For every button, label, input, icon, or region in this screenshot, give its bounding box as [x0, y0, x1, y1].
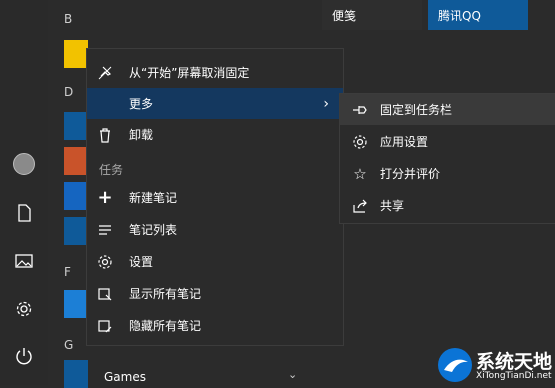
menu-label: 隐藏所有笔记 — [129, 319, 202, 333]
list-icon — [97, 222, 113, 238]
pin-taskbar-menu-item[interactable]: 固定到任务栏 — [340, 94, 555, 125]
unpin-icon — [97, 65, 113, 81]
menu-label: 共享 — [380, 199, 405, 213]
context-menu: 从“开始”屏幕取消固定 更多 › 卸载 任务 + 新建笔记 笔记列表 设置 显示… — [86, 48, 344, 346]
star-icon: ☆ — [353, 164, 367, 183]
settings-icon[interactable] — [10, 295, 38, 323]
app-settings-menu-item[interactable]: 应用设置 — [340, 126, 555, 157]
hide-all-notes-menu-item[interactable]: 隐藏所有笔记 — [87, 310, 343, 341]
pictures-icon[interactable] — [10, 247, 38, 275]
user-avatar[interactable] — [10, 150, 38, 178]
app-tile-icon[interactable] — [64, 217, 88, 245]
people-app-icon[interactable] — [64, 290, 88, 318]
tile-label: 腾讯QQ — [438, 8, 481, 23]
menu-label: 显示所有笔记 — [129, 287, 202, 301]
note-list-menu-item[interactable]: 笔记列表 — [87, 214, 343, 245]
tile-sticky-notes[interactable]: 便笺 — [322, 0, 422, 30]
menu-label: 打分并评价 — [380, 167, 441, 181]
app-tile-icon[interactable] — [64, 40, 88, 68]
plus-icon: + — [97, 187, 113, 208]
power-icon[interactable] — [10, 342, 38, 370]
more-menu-item[interactable]: 更多 › — [87, 88, 343, 119]
pin-icon — [352, 102, 368, 118]
letter-header-d[interactable]: D — [64, 85, 73, 99]
menu-label: 更多 — [129, 97, 154, 111]
menu-label: 笔记列表 — [129, 223, 178, 237]
watermark-title: 系统天地 — [476, 351, 553, 373]
gear-icon — [97, 254, 113, 270]
maps-app-icon[interactable] — [64, 147, 88, 175]
start-rail — [0, 0, 48, 385]
documents-icon[interactable] — [10, 199, 38, 227]
more-submenu: 固定到任务栏 应用设置 ☆ 打分并评价 共享 — [339, 93, 555, 224]
letter-header-g[interactable]: G — [64, 338, 73, 352]
share-menu-item[interactable]: 共享 — [340, 190, 555, 221]
menu-label: 卸载 — [129, 128, 154, 142]
avatar — [13, 153, 35, 175]
share-icon — [352, 198, 368, 214]
menu-label: 设置 — [129, 255, 154, 269]
new-note-menu-item[interactable]: + 新建笔记 — [87, 182, 343, 213]
menu-label: 应用设置 — [380, 135, 429, 149]
watermark-logo: 系统天地 XiTongTianDi.net — [436, 345, 555, 385]
hide-notes-icon — [97, 318, 113, 334]
games-folder-label[interactable]: Games — [104, 370, 146, 384]
menu-label: 新建笔记 — [129, 191, 178, 205]
chevron-right-icon: › — [323, 95, 329, 112]
watermark-globe-icon — [438, 348, 472, 382]
letter-header-b[interactable]: B — [64, 12, 72, 26]
trash-icon — [97, 127, 113, 143]
chevron-down-icon[interactable]: ⌄ — [288, 368, 297, 381]
gear-icon — [352, 134, 368, 150]
menu-label: 从“开始”屏幕取消固定 — [129, 66, 250, 80]
tiles-area: 便笺 腾讯QQ — [322, 0, 555, 30]
tile-label: 便笺 — [332, 8, 357, 23]
tile-tencent-qq[interactable]: 腾讯QQ — [428, 0, 528, 30]
media-app-icon[interactable] — [64, 182, 88, 210]
rate-review-menu-item[interactable]: ☆ 打分并评价 — [340, 158, 555, 189]
settings-menu-item[interactable]: 设置 — [87, 246, 343, 277]
app-tile-icon[interactable] — [64, 360, 88, 388]
section-header-tasks: 任务 — [99, 163, 124, 177]
letter-header-f[interactable]: F — [64, 265, 71, 279]
uninstall-menu-item[interactable]: 卸载 — [87, 119, 343, 150]
unpin-menu-item[interactable]: 从“开始”屏幕取消固定 — [87, 57, 343, 88]
watermark-url: XiTongTianDi.net — [476, 371, 552, 381]
show-all-notes-menu-item[interactable]: 显示所有笔记 — [87, 278, 343, 309]
menu-label: 固定到任务栏 — [380, 103, 453, 117]
show-notes-icon — [97, 286, 113, 302]
app-tile-icon[interactable] — [64, 112, 88, 140]
